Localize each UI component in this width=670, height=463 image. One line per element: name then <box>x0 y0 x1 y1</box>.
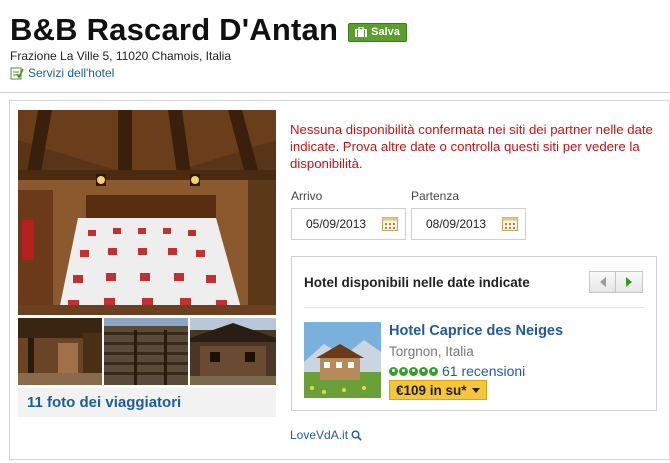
save-label: Salva <box>371 26 400 38</box>
available-hotels-title: Hotel disponibili nelle date indicate <box>304 275 530 290</box>
checkin-group: Arrivo 05/09/2013 <box>291 189 406 240</box>
hotel-location: Torgnon, Italia <box>389 344 474 359</box>
services-label: Servizi dell'hotel <box>28 66 115 80</box>
calendar-icon[interactable] <box>502 217 518 231</box>
traveler-photos-link[interactable]: 11 foto dei viaggiatori <box>18 388 276 417</box>
checkin-field[interactable]: 05/09/2013 <box>291 208 406 240</box>
divider <box>304 307 644 308</box>
photo-gallery: 11 foto dei viaggiatori <box>18 110 276 417</box>
chevron-left-icon <box>599 277 606 287</box>
checkin-label: Arrivo <box>291 189 323 203</box>
partner-link[interactable]: LoveVdA.it <box>290 428 362 442</box>
available-hotels-box: Hotel disponibili nelle date indicate Ho… <box>291 256 657 411</box>
thumbnail-strip <box>18 318 276 385</box>
rating-bubbles-icon <box>389 366 438 376</box>
partner-label: LoveVdA.it <box>290 428 349 442</box>
checkin-value: 05/09/2013 <box>306 217 367 231</box>
reviews-link[interactable]: 61 recensioni <box>442 363 525 379</box>
price-label: €109 in su* <box>396 382 467 398</box>
checkout-group: Partenza 08/09/2013 <box>411 189 526 240</box>
checkout-field[interactable]: 08/09/2013 <box>411 208 526 240</box>
main-photo[interactable] <box>18 110 276 315</box>
carousel-controls <box>589 271 643 293</box>
search-icon <box>351 430 362 441</box>
bag-icon <box>355 27 368 37</box>
price-button[interactable]: €109 in su* <box>389 380 487 400</box>
hotel-name-link[interactable]: Hotel Caprice des Neiges <box>389 323 563 339</box>
page-title: B&B Rascard D'Antan <box>10 12 339 47</box>
thumbnail-1[interactable] <box>18 318 102 385</box>
bedroom-photo <box>18 110 276 315</box>
hotel-header: B&B Rascard D'Antan Salva Frazione La Vi… <box>10 12 407 80</box>
caret-down-icon <box>471 387 480 393</box>
divider <box>0 92 670 93</box>
checklist-icon <box>10 67 24 80</box>
prev-button[interactable] <box>589 271 616 293</box>
hotel-address: Frazione La Ville 5, 11020 Chamois, Ital… <box>10 49 232 63</box>
thumbnail-2[interactable] <box>104 318 188 385</box>
chevron-right-icon <box>626 277 632 287</box>
availability-message: Nessuna disponibilità confermata nei sit… <box>290 122 653 171</box>
hotel-rating: 61 recensioni <box>389 363 525 379</box>
checkout-label: Partenza <box>411 189 460 203</box>
save-button[interactable]: Salva <box>348 22 407 42</box>
checkout-value: 08/09/2013 <box>426 217 487 231</box>
calendar-icon[interactable] <box>382 217 398 231</box>
next-button[interactable] <box>616 271 643 293</box>
hotel-thumbnail[interactable] <box>304 322 381 398</box>
thumbnail-3[interactable] <box>190 318 276 385</box>
services-link[interactable]: Servizi dell'hotel <box>10 66 407 80</box>
